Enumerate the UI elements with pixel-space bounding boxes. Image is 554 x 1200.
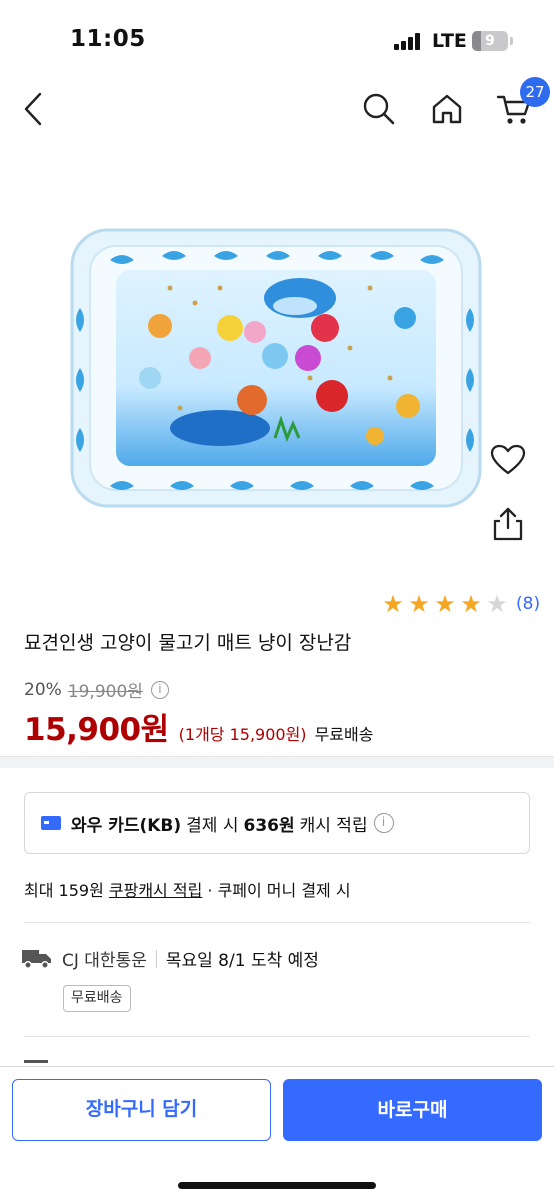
status-bar: 11:05 LTE 9 <box>0 0 554 84</box>
card-benefit-box[interactable]: 와우 카드(KB) 결제 시 636원 캐시 적립 i <box>24 792 530 854</box>
discount-rate: 20% <box>24 679 62 700</box>
star-empty-icon: ★ <box>486 590 508 618</box>
wishlist-button[interactable] <box>488 440 528 480</box>
delivery-row: CJ 대한통운 목요일 8/1 도착 예정 <box>22 946 319 971</box>
star-icon: ★ <box>460 590 482 618</box>
buy-now-button[interactable]: 바로구매 <box>283 1079 542 1141</box>
sale-price: 15,900원 <box>24 712 169 748</box>
arrival-date: 목요일 8/1 도착 예정 <box>165 951 319 971</box>
price-row: 15,900원 (1개당 15,900원) 무료배송 <box>24 704 373 749</box>
card-text-end: 캐시 적립 <box>299 815 368 836</box>
search-button[interactable] <box>361 84 397 134</box>
add-to-cart-button[interactable]: 장바구니 담기 <box>12 1079 271 1141</box>
home-button[interactable] <box>429 84 465 134</box>
cash-link[interactable]: 쿠팡캐시 적립 <box>109 881 202 900</box>
info-icon[interactable]: i <box>150 680 169 699</box>
unit-price: (1개당 15,900원) <box>178 725 307 744</box>
section-divider <box>0 756 554 768</box>
star-icon: ★ <box>434 590 456 618</box>
card-amount: 636원 <box>243 815 295 836</box>
star-icon: ★ <box>408 590 430 618</box>
product-title: 묘견인생 고양이 물고기 매트 냥이 장난감 <box>24 632 352 654</box>
share-button[interactable] <box>488 504 528 544</box>
back-button[interactable] <box>18 84 48 134</box>
network-label: LTE <box>432 30 467 52</box>
card-text-mid: 결제 시 <box>186 815 239 836</box>
cash-prefix: 최대 159원 <box>24 881 104 900</box>
discount-row: 20% 19,900원 i <box>24 677 169 702</box>
heart-icon <box>490 444 526 475</box>
card-name: 와우 카드(KB) <box>71 815 182 836</box>
star-icon: ★ <box>382 590 404 618</box>
search-icon <box>363 93 395 125</box>
carrier-name: CJ 대한통운 <box>62 951 147 971</box>
share-icon <box>493 507 523 541</box>
free-shipping-label: 무료배송 <box>314 725 374 744</box>
home-icon <box>432 94 462 124</box>
signal-icon <box>394 33 422 50</box>
nav-bar <box>0 84 554 134</box>
cash-suffix: · 쿠페이 머니 결제 시 <box>207 881 351 900</box>
product-image[interactable] <box>70 228 482 508</box>
home-indicator <box>178 1182 376 1189</box>
rating[interactable]: ★ ★ ★ ★ ★ (8) <box>380 592 540 616</box>
battery-icon: 9 <box>472 31 508 51</box>
original-price: 19,900원 <box>67 682 143 702</box>
credit-card-icon <box>41 816 61 830</box>
status-time: 11:05 <box>70 26 146 52</box>
battery-level: 9 <box>485 33 495 49</box>
truck-icon <box>22 949 51 969</box>
free-shipping-badge: 무료배송 <box>63 985 131 1012</box>
chevron-left-icon <box>24 92 42 126</box>
review-count[interactable]: (8) <box>516 594 540 614</box>
cart-count-badge: 27 <box>520 77 550 107</box>
divider <box>24 922 530 923</box>
cash-benefit: 최대 159원 쿠팡캐시 적립 · 쿠페이 머니 결제 시 <box>24 877 351 901</box>
divider <box>24 1036 530 1037</box>
bottom-action-bar: 장바구니 담기 바로구매 <box>0 1066 554 1200</box>
info-icon[interactable]: i <box>373 813 394 833</box>
